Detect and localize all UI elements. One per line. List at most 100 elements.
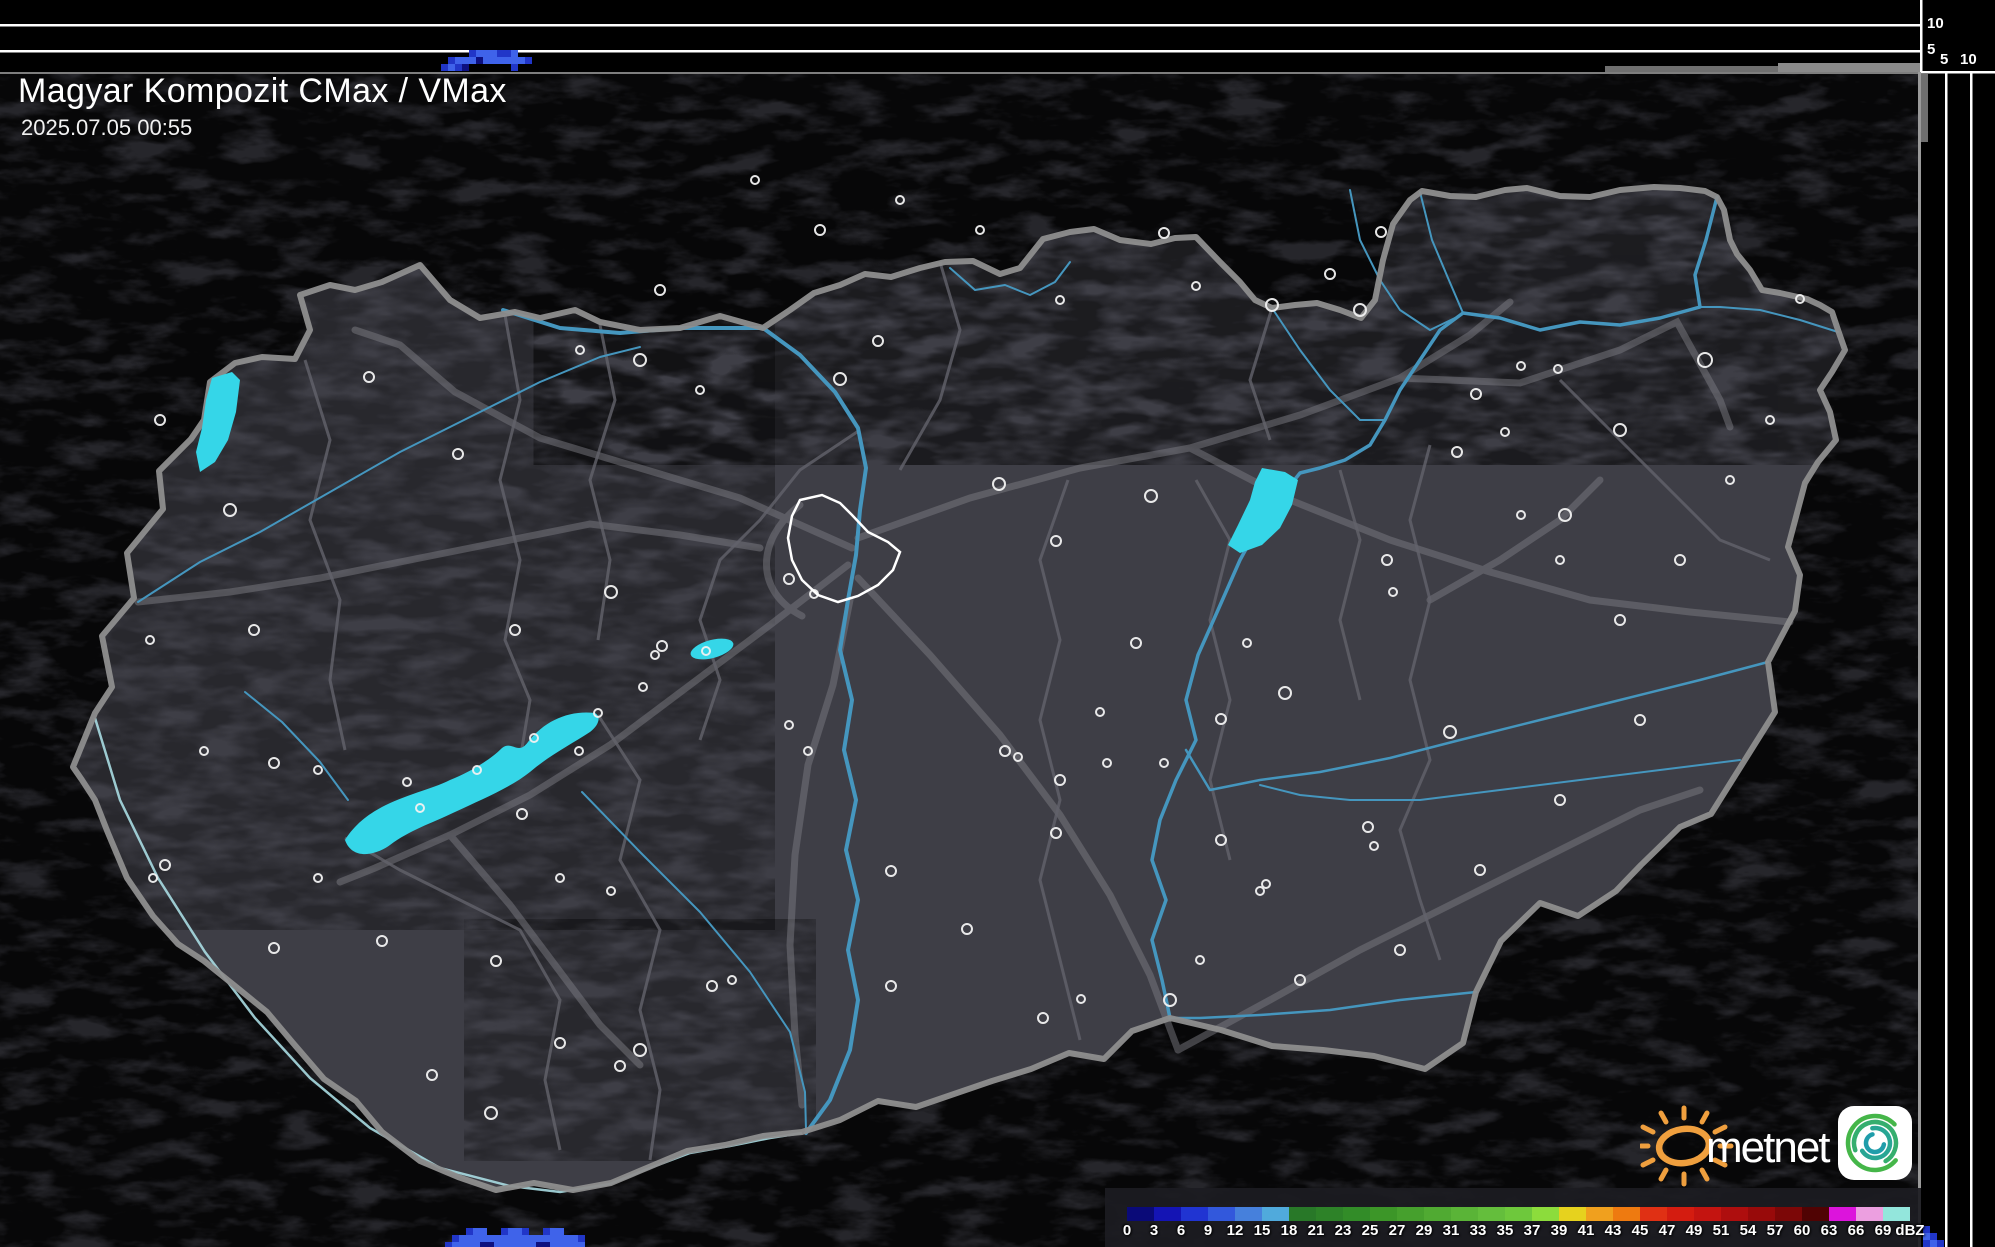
right-profile-terrain-silhouette bbox=[1921, 74, 1928, 142]
legend-tick-label: 3 bbox=[1149, 1222, 1159, 1239]
radar-echo-pixel bbox=[501, 1242, 508, 1247]
radar-echo-pixel bbox=[511, 64, 518, 71]
legend-tick-label: 66 bbox=[1847, 1222, 1865, 1239]
legend-color-block bbox=[1397, 1207, 1424, 1221]
radar-echo-pixel bbox=[543, 1242, 550, 1247]
radar-echo-pixel bbox=[480, 1228, 487, 1235]
legend-color-bar bbox=[1127, 1207, 1910, 1221]
radar-echo-pixel bbox=[571, 1235, 578, 1242]
legend-tick-label: 51 bbox=[1712, 1222, 1730, 1239]
right-profile-gridline-5km bbox=[1945, 72, 1948, 1247]
top-profile-terrain-silhouette-peak bbox=[1778, 63, 1921, 72]
radar-echo-pixel bbox=[504, 50, 511, 57]
radar-echo-pixel bbox=[473, 1242, 480, 1247]
legend-tick-label: 49 bbox=[1685, 1222, 1703, 1239]
metnet-logo[interactable]: metnet bbox=[1640, 1098, 1920, 1193]
radar-echo-pixel bbox=[445, 1242, 452, 1247]
radar-echo-pixel bbox=[518, 57, 525, 64]
right-profile-label-5: 5 bbox=[1940, 51, 1949, 68]
legend-tick-label: 29 bbox=[1415, 1222, 1433, 1239]
legend-color-block bbox=[1883, 1207, 1910, 1221]
legend-tick-label: 69 bbox=[1874, 1222, 1892, 1239]
radar-echo-pixel bbox=[557, 1228, 564, 1235]
radar-echo-map bbox=[445, 1228, 585, 1247]
legend-color-block bbox=[1559, 1207, 1586, 1221]
legend-tick-label: 39 bbox=[1550, 1222, 1568, 1239]
radar-echo-pixel bbox=[564, 1242, 571, 1247]
legend-color-block bbox=[1262, 1207, 1289, 1221]
legend-tick-label: 0 bbox=[1122, 1222, 1132, 1239]
dbz-color-legend: 0 3 6 9 12 15 18 21 23 25 27 29 31 33 35 37 39 41 43 45 47 49… bbox=[1105, 1188, 1925, 1247]
top-profile-gridline-5km bbox=[0, 50, 1921, 53]
legend-color-block bbox=[1829, 1207, 1856, 1221]
radar-echo-pixel bbox=[536, 1235, 543, 1242]
radar-echo-pixel bbox=[469, 57, 476, 64]
legend-tick-label: 54 bbox=[1739, 1222, 1757, 1239]
radar-echo-pixel bbox=[522, 1242, 529, 1247]
radar-echo-pixel bbox=[515, 1235, 522, 1242]
legend-tick-label: 18 bbox=[1280, 1222, 1298, 1239]
radar-echo-pixel bbox=[466, 1228, 473, 1235]
radar-echo-pixel bbox=[557, 1242, 564, 1247]
radar-echo-pixel bbox=[543, 1235, 550, 1242]
radar-echo-pixel bbox=[578, 1242, 585, 1247]
right-profile-label-10: 10 bbox=[1960, 51, 1977, 68]
radar-echo-pixel bbox=[511, 57, 518, 64]
radar-echo-pixel bbox=[536, 1242, 543, 1247]
radar-echo-pixel bbox=[455, 57, 462, 64]
radar-echo-pixel bbox=[529, 1242, 536, 1247]
radar-echo-pixel bbox=[469, 50, 476, 57]
radar-echo-pixel bbox=[452, 1235, 459, 1242]
radar-echo-pixel bbox=[497, 50, 504, 57]
radar-echo-pixel bbox=[494, 1242, 501, 1247]
radar-echo-pixel bbox=[522, 1235, 529, 1242]
legend-tick-label: 47 bbox=[1658, 1222, 1676, 1239]
legend-tick-label: 27 bbox=[1388, 1222, 1406, 1239]
radar-echo-pixel bbox=[515, 1228, 522, 1235]
legend-color-block bbox=[1289, 1207, 1316, 1221]
radar-echo-pixel bbox=[571, 1242, 578, 1247]
legend-tick-label: 37 bbox=[1523, 1222, 1541, 1239]
page-title: Magyar Kompozit CMax / VMax bbox=[18, 72, 507, 110]
radar-echo-pixel bbox=[501, 1228, 508, 1235]
radar-echo-pixel bbox=[557, 1235, 564, 1242]
radar-echo-pixel bbox=[480, 1235, 487, 1242]
legend-color-block bbox=[1667, 1207, 1694, 1221]
legend-color-block bbox=[1370, 1207, 1397, 1221]
legend-tick-label: 33 bbox=[1469, 1222, 1487, 1239]
legend-tick-label: dBZ bbox=[1895, 1222, 1925, 1239]
radar-echo-pixel bbox=[480, 1242, 487, 1247]
legend-tick-label: 12 bbox=[1226, 1222, 1244, 1239]
radar-echo-pixel bbox=[466, 1242, 473, 1247]
radar-echo-pixel bbox=[564, 1235, 571, 1242]
radar-echo-pixel bbox=[508, 1228, 515, 1235]
radar-echo-pixel bbox=[473, 1235, 480, 1242]
radar-echo-pixel bbox=[511, 50, 518, 57]
legend-tick-label: 23 bbox=[1334, 1222, 1352, 1239]
legend-tick-label: 43 bbox=[1604, 1222, 1622, 1239]
legend-tick-label: 31 bbox=[1442, 1222, 1460, 1239]
legend-color-block bbox=[1154, 1207, 1181, 1221]
legend-tick-label: 35 bbox=[1496, 1222, 1514, 1239]
legend-color-block bbox=[1451, 1207, 1478, 1221]
radar-echo-pixel bbox=[501, 1235, 508, 1242]
legend-tick-label: 25 bbox=[1361, 1222, 1379, 1239]
map-area bbox=[0, 72, 1921, 1247]
radar-echo-pixel bbox=[578, 1235, 585, 1242]
legend-tick-label: 21 bbox=[1307, 1222, 1325, 1239]
radar-echo-pixel bbox=[462, 64, 469, 71]
corner-horizontal-separator bbox=[1921, 71, 1995, 74]
legend-tick-label: 6 bbox=[1176, 1222, 1186, 1239]
radar-echo-pixel bbox=[497, 57, 504, 64]
radar-map-canvas bbox=[0, 0, 1995, 1247]
legend-color-block bbox=[1505, 1207, 1532, 1221]
radar-echo-pixel bbox=[487, 1235, 494, 1242]
radar-echo-pixel bbox=[1923, 1240, 1930, 1247]
legend-color-block bbox=[1802, 1207, 1829, 1221]
legend-tick-label: 45 bbox=[1631, 1222, 1649, 1239]
legend-tick-label: 57 bbox=[1766, 1222, 1784, 1239]
radar-echo-pixel bbox=[1930, 1240, 1937, 1247]
radar-echo-pixel bbox=[483, 57, 490, 64]
legend-color-block bbox=[1775, 1207, 1802, 1221]
radar-echo-pixel bbox=[455, 64, 462, 71]
